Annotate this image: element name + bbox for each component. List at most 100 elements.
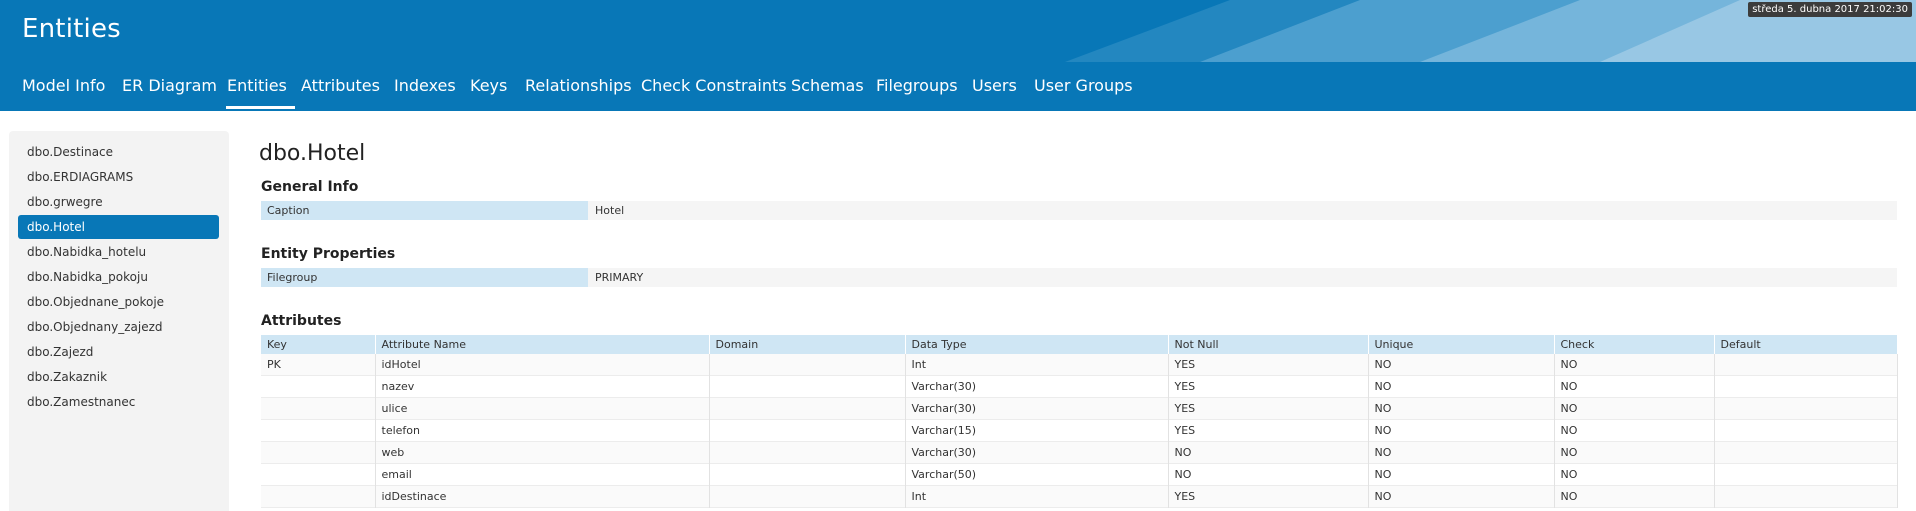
column-header-check: Check <box>1554 335 1715 354</box>
column-header-unique: Unique <box>1368 335 1555 354</box>
attribute-name-cell: idHotel <box>375 354 710 376</box>
check-cell: NO <box>1554 441 1715 464</box>
domain-cell <box>709 463 906 486</box>
table-header-row: Key Attribute Name Domain Data Type Not … <box>261 335 1898 354</box>
nav-indexes[interactable]: Indexes <box>394 74 456 98</box>
general-info-heading: General Info <box>261 179 359 195</box>
attribute-name-cell: web <box>375 441 710 464</box>
header-decoration <box>1065 0 1916 62</box>
column-header-data-type: Data Type <box>905 335 1169 354</box>
nav-model-info[interactable]: Model Info <box>22 74 105 98</box>
sidebar-item-objednany-zajezd[interactable]: dbo.Objednany_zajezd <box>18 315 219 339</box>
nav-relationships[interactable]: Relationships <box>525 74 632 98</box>
nav-entities[interactable]: Entities <box>226 74 295 109</box>
nav-user-groups[interactable]: User Groups <box>1034 74 1133 98</box>
entity-properties-heading: Entity Properties <box>261 246 396 262</box>
table-row: PK idHotel Int YES NO NO <box>261 354 1898 376</box>
unique-cell: NO <box>1368 419 1555 442</box>
nav-check-constraints[interactable]: Check Constraints <box>641 74 787 98</box>
default-cell <box>1714 441 1898 464</box>
default-cell <box>1714 375 1898 398</box>
filegroup-label: Filegroup <box>261 268 588 287</box>
key-cell <box>261 485 376 508</box>
key-cell <box>261 463 376 486</box>
attributes-heading: Attributes <box>261 313 342 329</box>
nav-attributes[interactable]: Attributes <box>301 74 380 98</box>
caption-row: Caption Hotel <box>261 201 1897 220</box>
filegroup-row: Filegroup PRIMARY <box>261 268 1897 287</box>
sidebar-item-nabidka-hotelu[interactable]: dbo.Nabidka_hotelu <box>18 240 219 264</box>
caption-label: Caption <box>261 201 588 220</box>
not-null-cell: YES <box>1168 485 1369 508</box>
unique-cell: NO <box>1368 441 1555 464</box>
column-header-default: Default <box>1714 335 1898 354</box>
sidebar-item-destinace[interactable]: dbo.Destinace <box>18 140 219 164</box>
table-row: nazev Varchar(30) YES NO NO <box>261 375 1898 398</box>
domain-cell <box>709 375 906 398</box>
sidebar-item-hotel[interactable]: dbo.Hotel <box>18 215 219 239</box>
domain-cell <box>709 354 906 376</box>
key-cell <box>261 441 376 464</box>
sidebar-item-objednane-pokoje[interactable]: dbo.Objednane_pokoje <box>18 290 219 314</box>
data-type-cell: Varchar(15) <box>905 419 1169 442</box>
nav-er-diagram[interactable]: ER Diagram <box>122 74 217 98</box>
nav-schemas[interactable]: Schemas <box>791 74 864 98</box>
column-header-not-null: Not Null <box>1168 335 1369 354</box>
unique-cell: NO <box>1368 354 1555 376</box>
domain-cell <box>709 419 906 442</box>
default-cell <box>1714 354 1898 376</box>
default-cell <box>1714 463 1898 486</box>
key-cell <box>261 375 376 398</box>
not-null-cell: YES <box>1168 397 1369 420</box>
entity-title: dbo.Hotel <box>259 141 366 166</box>
not-null-cell: NO <box>1168 463 1369 486</box>
sidebar-item-nabidka-pokoju[interactable]: dbo.Nabidka_pokoju <box>18 265 219 289</box>
table-row: telefon Varchar(15) YES NO NO <box>261 419 1898 442</box>
domain-cell <box>709 441 906 464</box>
not-null-cell: YES <box>1168 375 1369 398</box>
table-row: idDestinace Int YES NO NO <box>261 485 1898 508</box>
sidebar-item-grwegre[interactable]: dbo.grwegre <box>18 190 219 214</box>
attribute-name-cell: telefon <box>375 419 710 442</box>
key-cell: PK <box>261 354 376 376</box>
datetime-badge: středa 5. dubna 2017 21:02:30 <box>1748 2 1912 17</box>
attributes-table-body: PK idHotel Int YES NO NO nazev Varchar(30) YES NO… <box>261 354 1898 508</box>
data-type-cell: Varchar(30) <box>905 441 1169 464</box>
column-header-domain: Domain <box>709 335 906 354</box>
nav-users[interactable]: Users <box>972 74 1017 98</box>
unique-cell: NO <box>1368 375 1555 398</box>
caption-value: Hotel <box>588 201 1897 220</box>
sidebar-item-erdiagrams[interactable]: dbo.ERDIAGRAMS <box>18 165 219 189</box>
filegroup-value: PRIMARY <box>588 268 1897 287</box>
default-cell <box>1714 397 1898 420</box>
check-cell: NO <box>1554 419 1715 442</box>
data-type-cell: Varchar(30) <box>905 397 1169 420</box>
nav-keys[interactable]: Keys <box>470 74 507 98</box>
default-cell <box>1714 485 1898 508</box>
not-null-cell: YES <box>1168 419 1369 442</box>
unique-cell: NO <box>1368 463 1555 486</box>
unique-cell: NO <box>1368 485 1555 508</box>
check-cell: NO <box>1554 354 1715 376</box>
not-null-cell: NO <box>1168 441 1369 464</box>
unique-cell: NO <box>1368 397 1555 420</box>
default-cell <box>1714 419 1898 442</box>
sidebar-item-zamestnanec[interactable]: dbo.Zamestnanec <box>18 390 219 414</box>
not-null-cell: YES <box>1168 354 1369 376</box>
check-cell: NO <box>1554 375 1715 398</box>
data-type-cell: Int <box>905 485 1169 508</box>
page-title: Entities <box>22 14 121 44</box>
key-cell <box>261 397 376 420</box>
main-nav: Model Info ER Diagram Entities Attribute… <box>0 62 1916 111</box>
sidebar-item-zajezd[interactable]: dbo.Zajezd <box>18 340 219 364</box>
attributes-table: Key Attribute Name Domain Data Type Not … <box>261 335 1898 508</box>
table-row: ulice Varchar(30) YES NO NO <box>261 397 1898 420</box>
sidebar-item-zakaznik[interactable]: dbo.Zakaznik <box>18 365 219 389</box>
domain-cell <box>709 397 906 420</box>
attribute-name-cell: email <box>375 463 710 486</box>
attribute-name-cell: ulice <box>375 397 710 420</box>
data-type-cell: Varchar(30) <box>905 375 1169 398</box>
attribute-name-cell: idDestinace <box>375 485 710 508</box>
table-row: web Varchar(30) NO NO NO <box>261 441 1898 464</box>
nav-filegroups[interactable]: Filegroups <box>876 74 958 98</box>
